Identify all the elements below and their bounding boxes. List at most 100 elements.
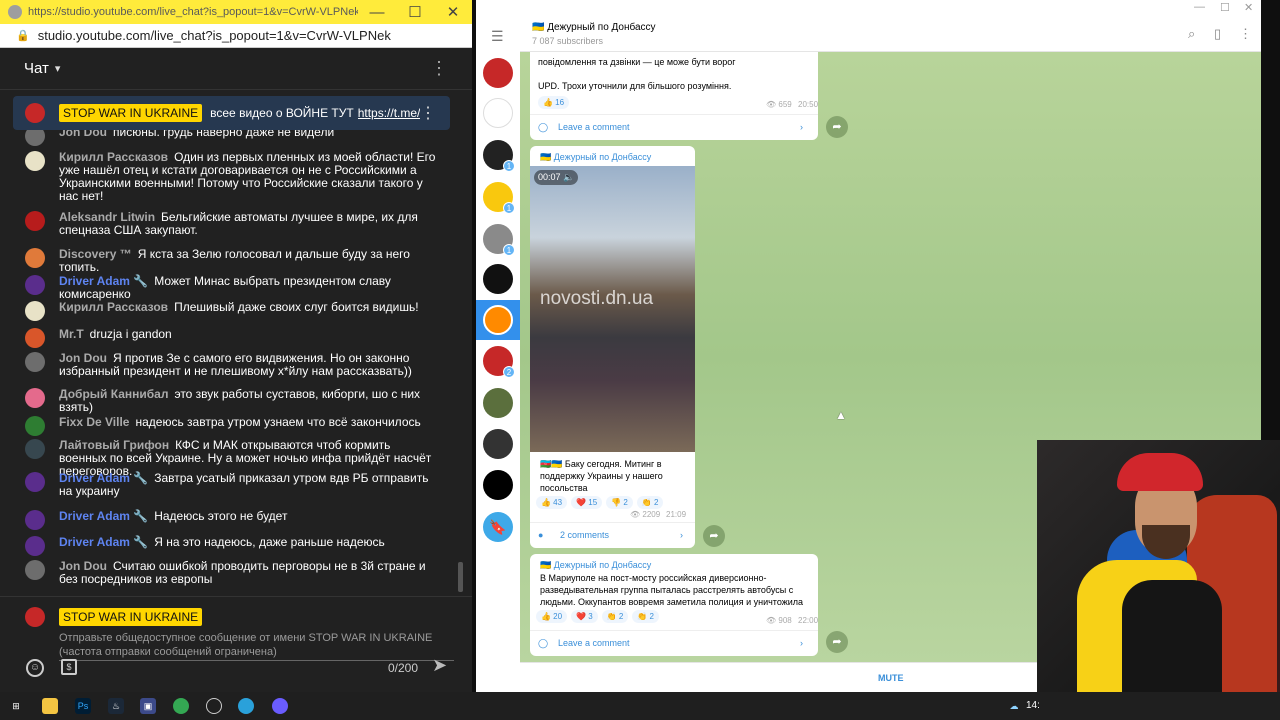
chat-avatar[interactable]	[483, 58, 513, 88]
avatar	[25, 301, 45, 321]
more-vert-icon[interactable]: ⋮	[430, 58, 448, 79]
webcam-overlay	[1037, 440, 1280, 692]
discord-icon[interactable]	[272, 698, 288, 714]
video-duration: 00:07 🔈	[534, 170, 579, 185]
chat-avatar[interactable]: 2	[483, 346, 515, 378]
chat-avatar[interactable]: 1	[483, 224, 515, 256]
list-item: Fixx De Ville надеюсь завтра утром узнаем…	[25, 416, 437, 436]
menu-icon[interactable]: ☰	[491, 28, 504, 45]
clock[interactable]: 14:	[1026, 700, 1040, 711]
photoshop-icon[interactable]: Ps	[75, 698, 91, 714]
author-name[interactable]: Jon Dou	[59, 559, 107, 573]
pinned-text: всее видео о ВОЙНЕ ТУТ	[210, 106, 354, 120]
sidebar-toggle-icon[interactable]: ▯	[1214, 26, 1221, 42]
post-channel-name[interactable]: 🇺🇦 Дежурный по Донбассу	[540, 152, 651, 163]
author-name[interactable]: Aleksandr Litwin	[59, 210, 155, 224]
minimize-button[interactable]: —	[358, 4, 396, 21]
reaction-chip[interactable]: 👏 2	[601, 610, 629, 623]
chat-avatar[interactable]	[483, 429, 513, 459]
reaction-chip[interactable]: 👎 2	[606, 496, 633, 509]
channel-badge[interactable]: STOP WAR IN UKRAINE	[59, 104, 203, 122]
close-button[interactable]: ✕	[434, 3, 472, 21]
comment-button[interactable]: ◯ Leave a comment ›	[530, 630, 818, 654]
author-name[interactable]: Driver Adam 🔧	[59, 471, 148, 485]
chat-avatar[interactable]: 1	[483, 182, 515, 214]
video-player[interactable]: 00:07 🔈 novosti.dn.ua	[530, 166, 695, 452]
search-icon[interactable]: ⌕	[1188, 26, 1195, 42]
chat-avatar[interactable]	[483, 264, 513, 294]
author-name[interactable]: Кирилл Рассказов	[59, 300, 168, 314]
author-name[interactable]: Discovery ™	[59, 247, 132, 261]
chat-message-list[interactable]: Jon Dou писюны. грудь наверно даже не вид…	[0, 124, 460, 594]
save-app-icon[interactable]: ▣	[140, 698, 156, 714]
share-icon[interactable]: ➦	[826, 631, 848, 653]
reaction-chip[interactable]: 👍 43	[536, 496, 568, 509]
super-chat-icon[interactable]: $	[61, 659, 77, 675]
reaction-chip[interactable]: 👏 2	[636, 496, 664, 509]
avatar	[25, 472, 45, 492]
pinned-link[interactable]: https://t.me/stop...	[358, 106, 420, 120]
mute-button[interactable]: MUTE	[878, 673, 904, 683]
chat-composer: STOP WAR IN UKRAINE Отправьте общедоступ…	[0, 596, 472, 692]
red-cap	[1117, 453, 1203, 491]
more-vert-icon[interactable]: ⋮	[1239, 26, 1252, 42]
chat-avatar[interactable]	[483, 388, 513, 418]
chevron-right-icon: ›	[680, 530, 683, 540]
telegram-icon[interactable]	[238, 698, 254, 714]
list-item: Driver Adam 🔧 Может Минас выбрать президе…	[25, 275, 437, 301]
author-name[interactable]: Driver Adam 🔧	[59, 509, 148, 523]
author-name[interactable]: Добрый Каннибал	[59, 387, 168, 401]
close-button[interactable]: ✕	[1244, 1, 1253, 14]
scrollbar[interactable]	[458, 562, 463, 592]
author-name[interactable]: Fixx De Ville	[59, 415, 129, 429]
author-name[interactable]: Driver Adam 🔧	[59, 535, 148, 549]
chat-header: Чат ▾ ⋮	[0, 48, 472, 90]
maximize-button[interactable]: ☐	[1220, 1, 1230, 14]
chat-avatar[interactable]	[483, 470, 513, 500]
obs-icon[interactable]	[206, 698, 222, 714]
reaction-chip[interactable]: 👍 20	[536, 610, 568, 623]
minimize-button[interactable]: —	[1194, 1, 1205, 13]
post-update-text: UPD. Трохи уточнили для більшого розумін…	[538, 81, 732, 91]
channel-name[interactable]: 🇺🇦 Дежурный по Донбассу	[532, 22, 656, 33]
chevron-down-icon[interactable]: ▾	[55, 62, 61, 75]
chat-avatar[interactable]	[483, 98, 513, 128]
reaction-chip[interactable]: ❤️ 15	[571, 496, 603, 509]
unread-badge: 1	[503, 202, 515, 214]
channel-post: 🇺🇦 Дежурный по Донбассу В Мариуполе на п…	[530, 554, 818, 656]
list-item: Mr.T druzja i gandon	[25, 328, 437, 348]
message-input[interactable]: Отправьте общедоступное сообщение от име…	[59, 631, 454, 661]
post-text: 🇦🇿🇺🇦 Баку сегодня. Митинг в поддержку Ук…	[540, 459, 663, 493]
lock-icon: 🔒	[16, 30, 30, 42]
author-name[interactable]: Driver Adam 🔧	[59, 274, 148, 288]
list-item: Добрый Каннибал это звук работы суставов,…	[25, 388, 437, 414]
file-explorer-icon[interactable]	[42, 698, 58, 714]
address-bar[interactable]: 🔒 studio.youtube.com/live_chat?is_popout…	[0, 24, 472, 48]
author-name[interactable]: Лайтовый Грифон	[59, 438, 169, 452]
comment-button[interactable]: ◯ Leave a comment ›	[530, 114, 818, 138]
reaction-chip[interactable]: 👍 16	[538, 96, 570, 109]
reaction-chip[interactable]: 👏 2	[632, 610, 660, 623]
weather-icon[interactable]: ☁	[1006, 698, 1022, 714]
author-name[interactable]: Jon Dou	[59, 351, 107, 365]
share-icon[interactable]: ➦	[703, 525, 725, 547]
mute-icon[interactable]: 🔈	[563, 172, 574, 182]
chat-avatar[interactable]: 1	[483, 140, 515, 172]
maximize-button[interactable]: ☐	[396, 3, 434, 21]
author-name[interactable]: Кирилл Рассказов	[59, 150, 168, 164]
channel-post: повідомлення та дзвінки — це може бути в…	[530, 52, 818, 140]
steam-icon[interactable]: ♨	[108, 698, 124, 714]
author-name[interactable]: Mr.T	[59, 327, 84, 341]
more-vert-icon[interactable]: ⋮	[420, 103, 436, 123]
share-icon[interactable]: ➦	[826, 116, 848, 138]
chat-title[interactable]: Чат	[24, 60, 49, 77]
comments-button[interactable]: ● 2 comments ›	[530, 522, 695, 546]
post-channel-name[interactable]: 🇺🇦 Дежурный по Донбассу	[540, 560, 651, 571]
saved-messages-icon[interactable]: 🔖	[483, 512, 513, 542]
reaction-chip[interactable]: ❤️ 3	[571, 610, 598, 623]
send-icon[interactable]: ➤	[432, 655, 447, 676]
emoji-icon[interactable]: ☺	[26, 659, 44, 677]
windows-start-icon[interactable]: ⊞	[8, 698, 24, 714]
chat-avatar[interactable]	[483, 305, 513, 335]
chrome-icon[interactable]	[173, 698, 189, 714]
